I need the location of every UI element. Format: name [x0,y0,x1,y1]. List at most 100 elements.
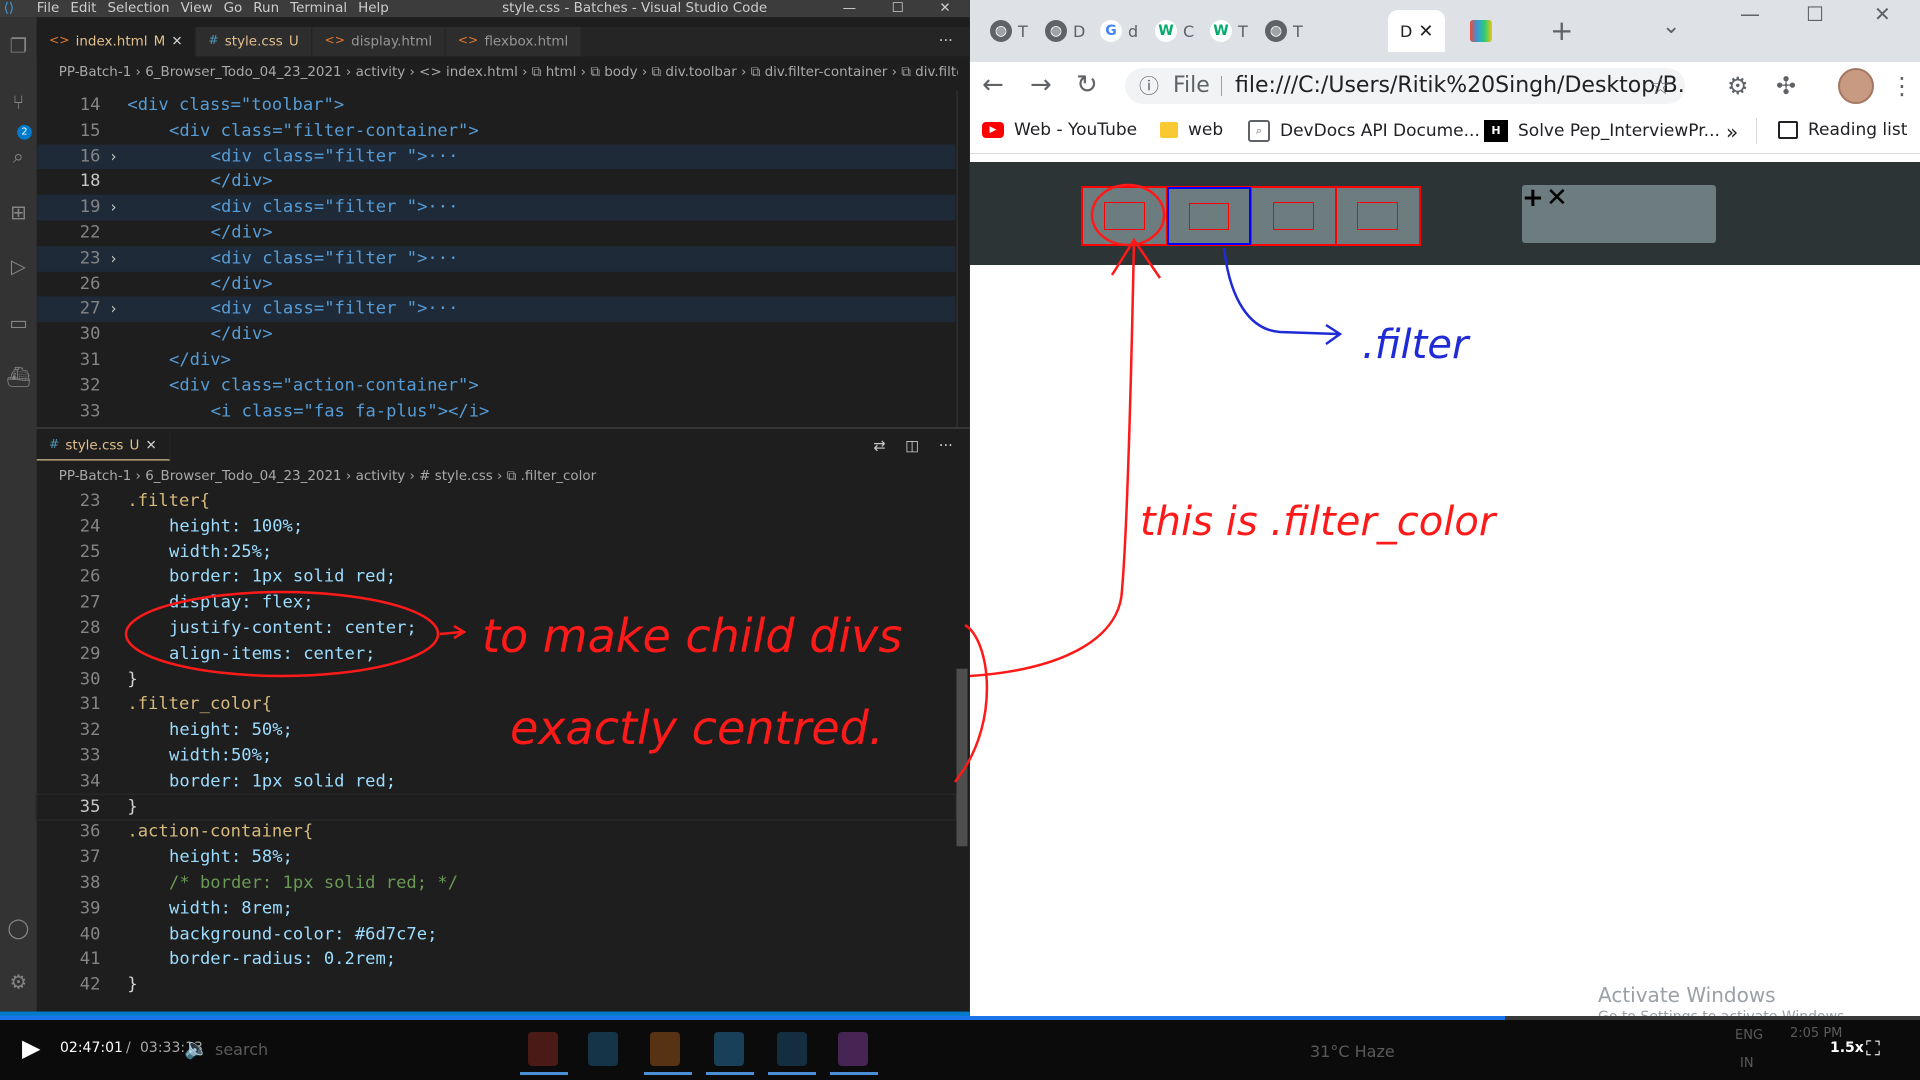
code-line[interactable]: 33 <i class="fas fa-plus"></i> [37,399,956,424]
code-line[interactable]: 28 justify-content: center; [37,616,956,641]
browser-tab[interactable]: WT [1200,10,1248,52]
close-icon[interactable]: ✕ [1546,183,1568,213]
close-window-button[interactable]: ✕ [1874,2,1891,26]
browser-tab[interactable] [1460,10,1492,52]
reload-icon[interactable]: ↻ [1076,70,1098,100]
info-icon[interactable]: ⓘ [1139,68,1159,104]
code-line[interactable]: 19 › <div class="filter ">··· [36,194,956,221]
extensions-icon[interactable]: ⊞ [6,201,30,225]
compare-changes-icon[interactable]: ⇄ [873,437,885,454]
fold-chevron-icon[interactable]: › [109,144,118,169]
tab-style-css-bottom[interactable]: # style.css U ✕ [36,431,171,461]
back-icon[interactable]: ← [982,70,1004,100]
close-tab-icon[interactable]: ✕ [1418,21,1433,42]
code-line[interactable]: 32 height: 50%; [37,718,956,743]
code-line[interactable]: 35} [35,793,957,821]
active-browser-tab[interactable]: D ✕ [1388,10,1446,52]
bookmark-devdocs[interactable]: ⌕ DevDocs API Docume... [1248,120,1480,142]
code-line[interactable]: 42} [37,973,956,998]
code-line[interactable]: 40 background-color: #6d7c7e; [37,922,956,947]
docker-icon[interactable]: ⛴ [6,365,31,389]
more-actions-icon[interactable]: ··· [939,27,970,56]
tab-search-icon[interactable]: ⌄ [1662,14,1680,39]
code-line[interactable]: 39 width: 8rem; [37,896,956,921]
source-control-icon[interactable]: ⑂ [6,91,30,115]
code-line[interactable]: 29 align-items: center; [37,641,956,666]
code-line[interactable]: 24 height: 100%; [37,514,956,539]
code-line[interactable]: 31 </div> [37,348,956,373]
more-actions-icon[interactable]: ··· [939,437,953,454]
new-tab-button[interactable]: + [1550,14,1573,47]
split-editor-icon[interactable]: ◫ [905,437,919,454]
profile-avatar[interactable] [1838,68,1874,104]
remote-explorer-icon[interactable]: ▭ [6,311,30,335]
code-line[interactable]: 41 border-radius: 0.2rem; [37,947,956,972]
code-line[interactable]: 32 <div class="action-container"> [37,373,956,398]
search-icon[interactable]: ⌕ [6,145,30,169]
browser-tab[interactable]: Gd [1090,10,1138,52]
playback-speed[interactable]: 1.5x [1830,1040,1864,1056]
filter-box[interactable] [1082,187,1167,245]
menu-help[interactable]: Help [358,0,389,17]
settings-gear-icon[interactable]: ⚙ [1727,72,1749,100]
code-line[interactable]: 30} [37,667,956,692]
code-line[interactable]: 14 <div class="toolbar"> [37,93,956,118]
filter-box[interactable] [1335,187,1420,245]
tab-display-html[interactable]: <> display.html [312,26,446,57]
bookmark-youtube[interactable]: ▶ Web - YouTube [982,120,1137,140]
account-icon[interactable]: ◯ [6,916,30,940]
code-line[interactable]: 33 width:50%; [37,743,956,768]
code-line[interactable]: 37 height: 58%; [37,845,956,870]
menu-go[interactable]: Go [224,0,243,17]
code-line[interactable]: 16 › <div class="filter ">··· [36,144,956,170]
code-line[interactable]: 26 </div> [37,271,956,296]
bookmark-pepcoding[interactable]: H Solve Pep_InterviewPr... [1484,120,1720,142]
run-debug-icon[interactable]: ▷ [6,255,30,279]
exit-fullscreen-icon[interactable]: ⛶ [1866,1036,1880,1060]
editor-scrollbar[interactable] [956,668,968,847]
code-line[interactable]: 23 › <div class="filter ">··· [36,245,956,272]
code-line[interactable]: 15 <div class="filter-container"> [37,119,956,144]
menu-view[interactable]: View [181,0,213,17]
browser-tab[interactable]: ◍ T [980,10,1028,52]
fold-chevron-icon[interactable]: › [109,195,118,220]
minimize-button[interactable]: — [843,0,856,16]
browser-tab[interactable]: WC [1145,10,1194,52]
html-editor[interactable]: 14 <div class="toolbar"> 15 <div class="fil… [36,93,956,424]
browser-tab[interactable]: ◍ T [1255,10,1303,52]
minimize-button[interactable]: — [1740,2,1760,26]
menu-kebab-icon[interactable]: ⋮ [1890,72,1914,100]
volume-icon[interactable]: 🔈 [184,1036,209,1060]
menu-file[interactable]: File [37,0,60,17]
css-editor[interactable]: 23 .filter{24 height: 100%; 25 width:25%; 26 b… [35,489,957,998]
bookmark-star-icon[interactable]: ☆ [1649,68,1671,104]
menu-run[interactable]: Run [253,0,279,17]
menu-selection[interactable]: Selection [107,0,169,17]
browser-tab[interactable]: ◍ D [1035,10,1085,52]
code-line[interactable]: 23 .filter{ [37,489,956,514]
code-line[interactable]: 22 </div> [37,220,956,245]
bookmark-web[interactable]: web [1160,120,1223,140]
filter-box[interactable] [1166,187,1251,245]
code-line[interactable]: 38 /* border: 1px solid red; */ [37,871,956,896]
code-line[interactable]: 34 border: 1px solid red; [37,769,956,794]
breadcrumb[interactable]: PP-Batch-1 › 6_Browser_Todo_04_23_2021 ›… [59,61,958,83]
code-line[interactable]: 26 border: 1px solid red; [37,565,956,590]
close-window-button[interactable]: ✕ [939,0,950,16]
extensions-puzzle-icon[interactable]: ✣ [1776,72,1796,100]
forward-icon[interactable]: → [1030,70,1052,100]
code-line[interactable]: 18 </div> [37,169,956,194]
play-icon[interactable]: ▶ [22,1034,40,1062]
fold-chevron-icon[interactable]: › [109,246,118,271]
close-tab-icon[interactable]: ✕ [171,27,182,56]
address-bar[interactable]: ⓘ File file:///C:/Users/Ritik%20Singh/De… [1125,68,1685,104]
tab-style-css[interactable]: # style.css U [196,26,313,57]
settings-gear-icon[interactable]: ⚙ [6,970,30,994]
editor-split-divider[interactable] [36,427,970,429]
code-line[interactable]: 25 width:25%; [37,540,956,565]
explorer-icon[interactable]: ❐ [6,34,30,58]
code-line[interactable]: 30 </div> [37,322,956,347]
maximize-button[interactable]: ☐ [892,0,904,16]
code-line[interactable]: 31 .filter_color{ [37,692,956,717]
reading-list-button[interactable]: Reading list [1778,120,1907,140]
